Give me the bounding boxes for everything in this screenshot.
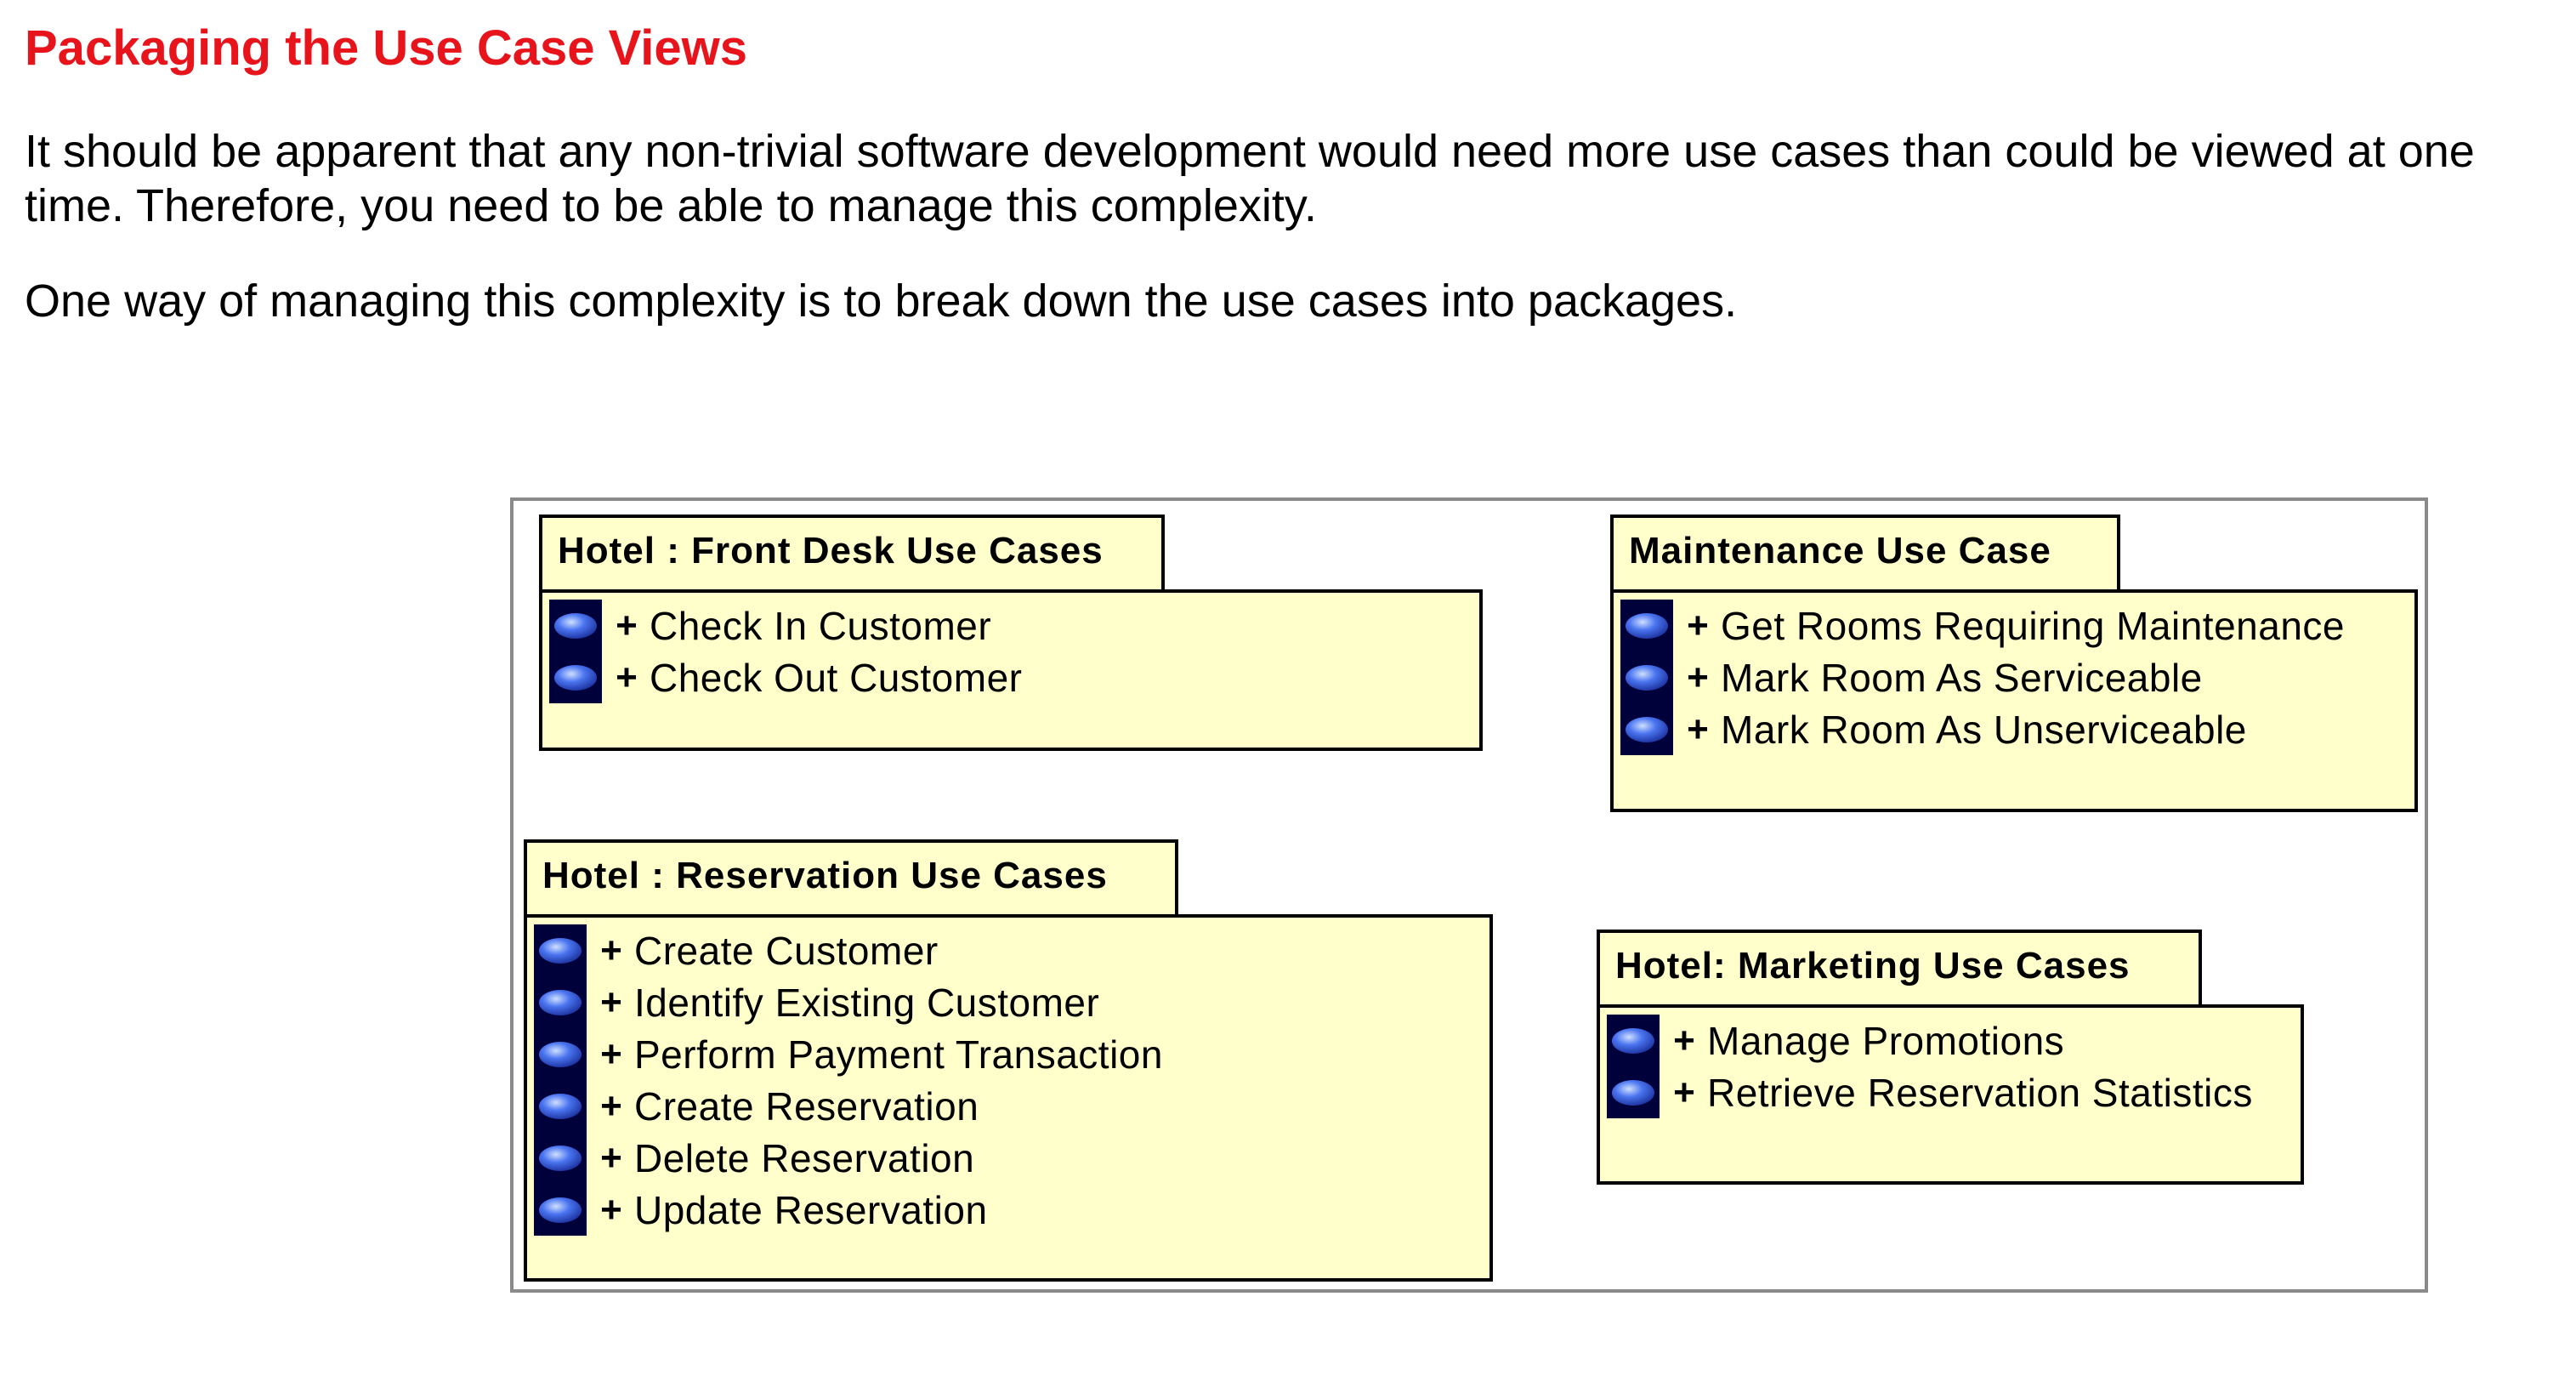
use-case-label: Update Reservation (634, 1187, 988, 1232)
visibility-marker: + (1687, 708, 1709, 750)
visibility-marker: + (1673, 1019, 1695, 1061)
package-tab: Hotel: Marketing Use Cases (1597, 930, 2202, 1008)
visibility-marker: + (600, 1136, 622, 1179)
use-case-icon (534, 976, 587, 1028)
use-case-icon (534, 1028, 587, 1080)
use-case-icon (534, 1132, 587, 1184)
use-case-icon (1620, 600, 1673, 651)
package-marketing: Hotel: Marketing Use Cases + Manage Promo… (1597, 930, 2304, 1185)
use-case-icon (534, 1184, 587, 1236)
use-case-item[interactable]: + Get Rooms Requiring Maintenance (1620, 600, 2345, 651)
use-case-package-diagram: Hotel : Front Desk Use Cases + Check In C… (510, 498, 2428, 1293)
use-case-icon (1620, 651, 1673, 703)
use-case-item[interactable]: + Retrieve Reservation Statistics (1607, 1066, 2253, 1118)
use-case-label: Create Reservation (634, 1083, 979, 1129)
use-case-label: Manage Promotions (1707, 1018, 2065, 1063)
use-case-icon (1607, 1066, 1660, 1118)
use-case-label: Perform Payment Transaction (634, 1032, 1163, 1077)
use-case-icon (1620, 703, 1673, 755)
package-body: + Create Customer + Identify Existing Custo… (524, 914, 1493, 1282)
use-case-item[interactable]: + Mark Room As Unserviceable (1620, 703, 2345, 755)
visibility-marker: + (1687, 604, 1709, 646)
use-case-item[interactable]: + Perform Payment Transaction (534, 1028, 1163, 1080)
use-case-label: Check In Customer (650, 603, 992, 648)
package-body: + Check In Customer + Check Out Customer (539, 589, 1483, 751)
use-case-icon (534, 924, 587, 976)
packages-paragraph: One way of managing this complexity is t… (25, 276, 1738, 327)
use-case-item[interactable]: + Check Out Customer (549, 651, 1022, 703)
visibility-marker: + (616, 656, 638, 698)
package-name: Maintenance Use Case (1629, 530, 2051, 571)
visibility-marker: + (600, 1032, 622, 1075)
use-case-label: Delete Reservation (634, 1135, 975, 1180)
use-case-item[interactable]: + Check In Customer (549, 600, 1022, 651)
page-title: Packaging the Use Case Views (25, 20, 748, 76)
visibility-marker: + (600, 1188, 622, 1231)
intro-paragraph: It should be apparent that any non-trivi… (25, 126, 2475, 231)
visibility-marker: + (600, 1084, 622, 1127)
package-maintenance: Maintenance Use Case + Get Rooms Requirin… (1610, 515, 2418, 821)
use-case-item[interactable]: + Create Customer (534, 924, 1163, 976)
package-tab: Hotel : Reservation Use Cases (524, 839, 1178, 918)
use-case-label: Get Rooms Requiring Maintenance (1721, 603, 2345, 648)
visibility-marker: + (616, 604, 638, 646)
use-case-item[interactable]: + Mark Room As Serviceable (1620, 651, 2345, 703)
use-case-icon (1607, 1015, 1660, 1066)
use-case-item[interactable]: + Create Reservation (534, 1080, 1163, 1132)
use-case-label: Retrieve Reservation Statistics (1707, 1070, 2253, 1115)
visibility-marker: + (600, 929, 622, 971)
package-name: Hotel : Reservation Use Cases (542, 855, 1108, 896)
use-case-icon (549, 651, 602, 703)
use-case-list: + Create Customer + Identify Existing Custo… (534, 924, 1163, 1236)
package-name: Hotel: Marketing Use Cases (1615, 945, 2131, 986)
visibility-marker: + (1673, 1071, 1695, 1113)
use-case-label: Mark Room As Unserviceable (1721, 707, 2247, 752)
use-case-icon (549, 600, 602, 651)
use-case-item[interactable]: + Update Reservation (534, 1184, 1163, 1236)
package-tab: Hotel : Front Desk Use Cases (539, 515, 1165, 593)
package-name: Hotel : Front Desk Use Cases (558, 530, 1104, 571)
package-body: + Get Rooms Requiring Maintenance + Mark Ro… (1610, 589, 2418, 812)
use-case-label: Mark Room As Serviceable (1721, 655, 2203, 700)
use-case-item[interactable]: + Manage Promotions (1607, 1015, 2253, 1066)
visibility-marker: + (600, 981, 622, 1023)
use-case-item[interactable]: + Delete Reservation (534, 1132, 1163, 1184)
visibility-marker: + (1687, 656, 1709, 698)
package-front-desk: Hotel : Front Desk Use Cases + Check In C… (539, 515, 1483, 761)
use-case-list: + Get Rooms Requiring Maintenance + Mark Ro… (1620, 600, 2345, 755)
use-case-item[interactable]: + Identify Existing Customer (534, 976, 1163, 1028)
use-case-label: Identify Existing Customer (634, 980, 1100, 1025)
use-case-label: Check Out Customer (650, 655, 1023, 700)
use-case-list: + Manage Promotions + Retrieve Reservation … (1607, 1015, 2253, 1118)
package-body: + Manage Promotions + Retrieve Reservation … (1597, 1004, 2304, 1185)
use-case-label: Create Customer (634, 928, 939, 973)
package-tab: Maintenance Use Case (1610, 515, 2120, 593)
package-reservation: Hotel : Reservation Use Cases + Create Cu… (524, 839, 1493, 1282)
use-case-icon (534, 1080, 587, 1132)
use-case-list: + Check In Customer + Check Out Customer (549, 600, 1022, 703)
